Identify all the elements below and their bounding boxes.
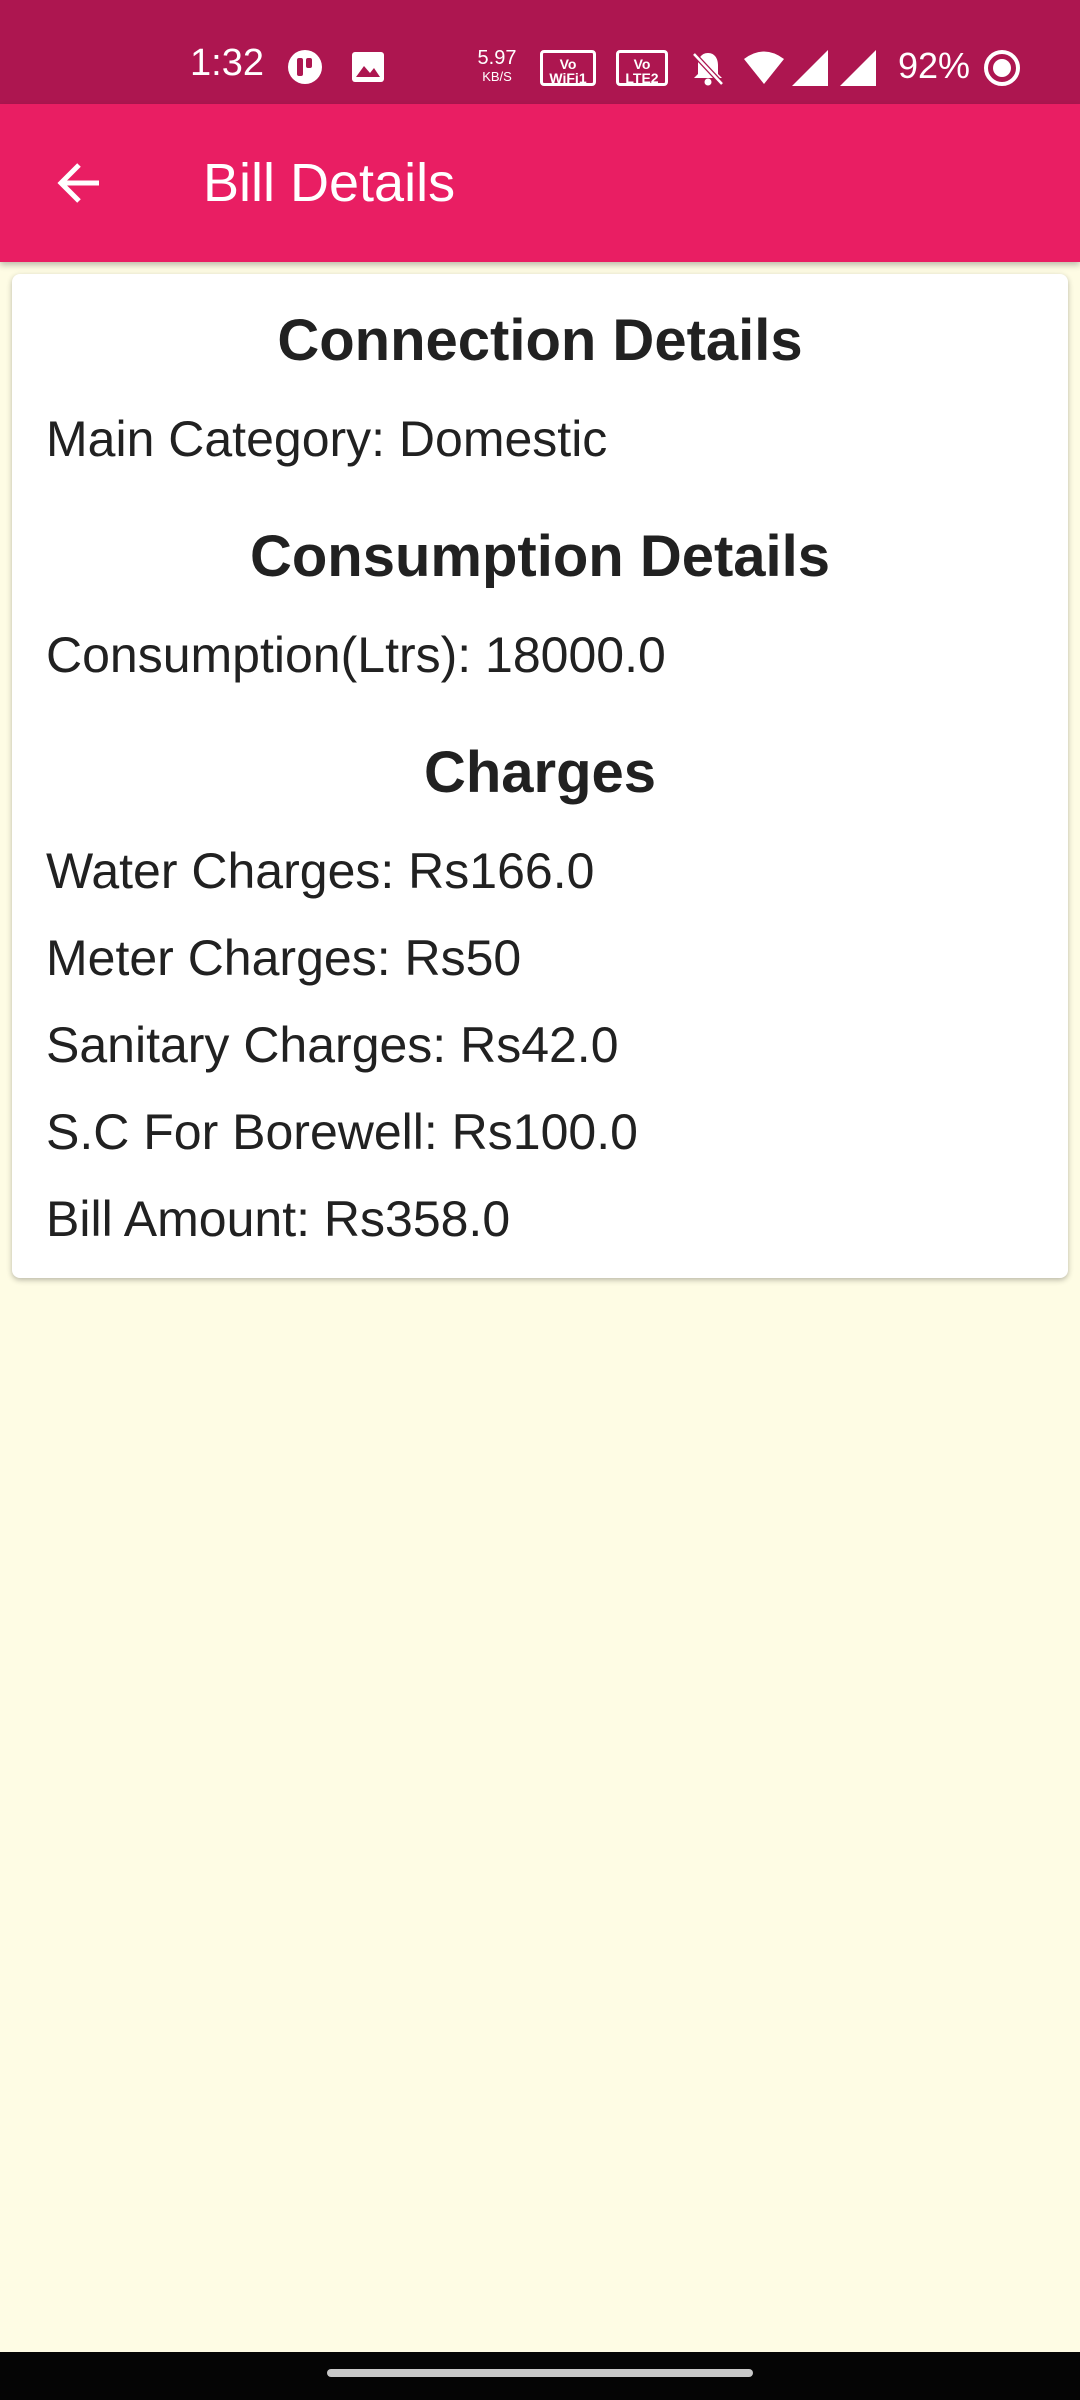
system-navigation-bar	[0, 2352, 1080, 2400]
network-speed: 5.97 KB/S	[472, 48, 522, 83]
volte-lte-sim2-icon: Vo LTE2	[616, 50, 668, 86]
consumption-ltrs-text: Consumption(Ltrs): 18000.0	[46, 627, 666, 683]
image-notification-icon	[350, 50, 386, 84]
page-title: Bill Details	[203, 153, 456, 213]
network-speed-unit: KB/S	[482, 69, 512, 84]
home-gesture-handle[interactable]	[327, 2369, 753, 2377]
consumption-details-heading: Consumption Details	[249, 524, 831, 589]
status-time: 1:32	[190, 42, 264, 84]
sanitary-charges-text: Sanitary Charges: Rs42.0	[46, 1017, 619, 1073]
cellular-signal-2-icon	[838, 48, 878, 88]
back-button[interactable]	[30, 134, 128, 232]
main-category-text: Main Category: Domestic	[46, 411, 608, 467]
arrow-back-icon	[57, 163, 99, 203]
battery-percentage: 92%	[898, 45, 971, 86]
battery-saver-icon	[982, 48, 1022, 88]
app-bar: Bill Details	[0, 104, 1080, 262]
charges-heading: Charges	[423, 740, 657, 805]
volte-wifi-sim1-icon: Vo WiFi1	[540, 50, 596, 86]
cellular-signal-1-icon	[790, 48, 830, 88]
water-charges-text: Water Charges: Rs166.0	[46, 843, 595, 899]
wifi-icon	[742, 48, 786, 86]
borewell-charges-text: S.C For Borewell: Rs100.0	[46, 1104, 638, 1160]
connection-details-heading: Connection Details	[277, 308, 803, 373]
meter-charges-text: Meter Charges: Rs50	[46, 930, 522, 986]
bill-details-card: Connection Details Main Category: Domest…	[12, 274, 1068, 1278]
network-speed-value: 5.97	[477, 47, 517, 69]
assistant-notification-icon	[286, 48, 324, 86]
muted-bell-icon	[688, 48, 728, 88]
bill-amount-text: Bill Amount: Rs358.0	[46, 1191, 511, 1247]
status-bar: 1:32 5.97 KB/S Vo WiFi1 Vo LTE2 92%	[0, 0, 1080, 104]
